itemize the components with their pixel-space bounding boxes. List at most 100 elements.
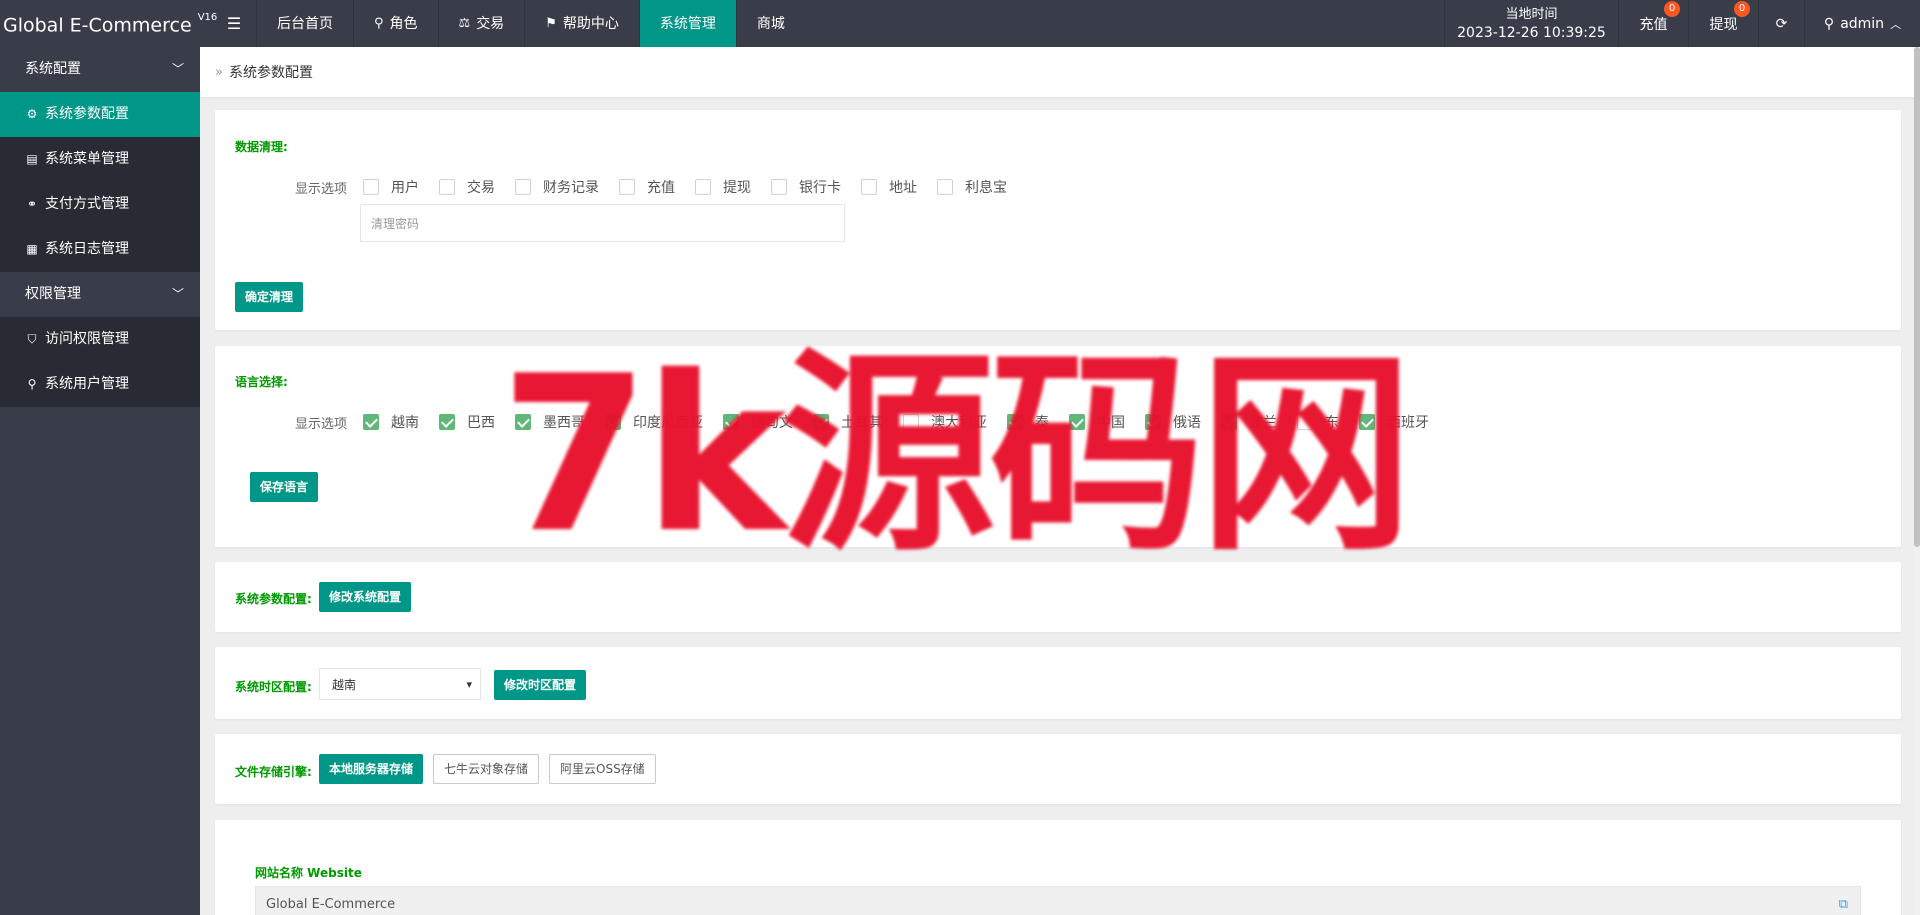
user-icon: ⚲: [27, 377, 37, 391]
chevron-down-icon: ﹀: [171, 287, 184, 301]
save-language-button[interactable]: 保存语言: [250, 472, 319, 502]
timezone-label: 系统时区配置:: [235, 680, 312, 694]
checkbox[interactable]: [439, 414, 456, 430]
checkbox[interactable]: [813, 414, 830, 430]
user-icon: ⚲: [1823, 15, 1835, 32]
language-option[interactable]: 越南: [363, 412, 419, 432]
checkbox[interactable]: [605, 414, 622, 430]
sidebar-item-menu-manage[interactable]: ▤ 系统菜单管理: [0, 137, 200, 182]
user-icon: ⚲: [374, 15, 384, 31]
option-finance[interactable]: 财务记录: [515, 177, 599, 197]
clipboard-icon: ▦: [26, 242, 38, 256]
checkbox[interactable]: [1359, 414, 1376, 430]
sidebar-item-label: 系统用户管理: [45, 376, 129, 392]
language-option[interactable]: 巴西: [439, 412, 495, 432]
sidebar-item-user-manage[interactable]: ⚲ 系统用户管理: [0, 362, 200, 407]
language-option[interactable]: 缅甸文: [723, 412, 793, 432]
option-bankcard[interactable]: 银行卡: [771, 177, 841, 197]
confirm-clean-button[interactable]: 确定清理: [235, 282, 304, 312]
storage-aliyun-button[interactable]: 阿里云OSS存储: [549, 754, 656, 784]
option-label: 提现: [723, 180, 752, 196]
option-label: 缅甸文: [751, 415, 794, 431]
language-title: 语言选择:: [235, 375, 288, 389]
options-label: 显示选项: [295, 181, 348, 197]
checkbox[interactable]: [1145, 414, 1162, 430]
option-label: 澳大利亚: [931, 415, 988, 431]
checkbox[interactable]: [771, 179, 788, 195]
topnav-system[interactable]: 系统管理: [638, 0, 736, 47]
checkbox[interactable]: [439, 179, 456, 195]
option-recharge[interactable]: 充值: [619, 177, 675, 197]
checkbox[interactable]: [515, 414, 532, 430]
sys-param-card: 系统参数配置: 修改系统配置: [215, 562, 1901, 632]
storage-local-button[interactable]: 本地服务器存储: [319, 754, 424, 784]
checkbox[interactable]: [363, 414, 380, 430]
language-option[interactable]: 西班牙: [1359, 412, 1429, 432]
copy-icon[interactable]: ⧉: [1839, 897, 1848, 912]
sidebar-item-log-manage[interactable]: ▦ 系统日志管理: [0, 227, 200, 272]
checkbox[interactable]: [937, 179, 954, 195]
option-label: 巴西: [467, 415, 496, 431]
data-clean-title: 数据清理:: [235, 140, 288, 154]
language-option[interactable]: 泰: [1007, 412, 1049, 432]
topnav-home[interactable]: 后台首页: [256, 0, 353, 47]
checkbox[interactable]: [1007, 414, 1024, 430]
sidebar-group-system-config[interactable]: 系统配置 ﹀: [0, 47, 200, 92]
option-address[interactable]: 地址: [861, 177, 917, 197]
double-chevron-icon: »: [215, 64, 223, 80]
storage-qiniu-button[interactable]: 七牛云对象存储: [433, 754, 540, 784]
checkbox[interactable]: [1221, 414, 1238, 430]
topnav-help[interactable]: ⚑ 帮助中心: [524, 0, 639, 47]
sidebar-item-access-manage[interactable]: ⛉ 访问权限管理: [0, 317, 200, 362]
recharge-button[interactable]: 充值 0: [1618, 0, 1688, 47]
sidebar-group-permission[interactable]: 权限管理 ﹀: [0, 272, 200, 317]
language-option[interactable]: 印度尼西亚: [605, 412, 703, 432]
topnav-mall[interactable]: 商城: [735, 0, 805, 47]
user-menu[interactable]: ⚲ admin ︿: [1804, 0, 1920, 47]
language-option[interactable]: 中国: [1069, 412, 1125, 432]
option-withdraw[interactable]: 提现: [695, 177, 751, 197]
app-logo[interactable]: Global E-Commerce V16: [0, 0, 217, 47]
language-options: 显示选项 越南 巴西 墨西哥 印度尼西亚 缅甸文 土耳其 澳大利亚 泰 中国 俄语 波兰 东 西班牙: [295, 412, 1449, 432]
breadcrumb: » 系统参数配置: [200, 47, 1920, 97]
option-label: 波兰: [1249, 415, 1278, 431]
edit-timezone-button[interactable]: 修改时区配置: [494, 670, 587, 700]
checkbox[interactable]: [363, 179, 380, 195]
checkbox[interactable]: [723, 414, 740, 430]
checkbox[interactable]: [861, 179, 878, 195]
language-option[interactable]: 东: [1297, 412, 1339, 432]
checkbox[interactable]: [1069, 414, 1086, 430]
sidebar-item-payment-manage[interactable]: ⚭ 支付方式管理: [0, 182, 200, 227]
option-label: 用户: [391, 180, 420, 196]
menu-toggle-icon[interactable]: ☰: [212, 0, 256, 47]
checkbox[interactable]: [695, 179, 712, 195]
timezone-card: 系统时区配置: 越南 ▾ 修改时区配置: [215, 647, 1901, 719]
option-trade[interactable]: 交易: [439, 177, 495, 197]
option-user[interactable]: 用户: [363, 177, 419, 197]
timezone-select[interactable]: 越南 ▾: [319, 668, 481, 700]
language-option[interactable]: 墨西哥: [515, 412, 585, 432]
checkbox[interactable]: [1297, 414, 1314, 430]
withdraw-button[interactable]: 提现 0: [1688, 0, 1758, 47]
sidebar-item-system-params[interactable]: ⚙ 系统参数配置: [0, 92, 200, 137]
checkbox[interactable]: [619, 179, 636, 195]
scrollbar-thumb[interactable]: [1914, 47, 1920, 547]
clean-password-input[interactable]: 清理密码: [360, 204, 845, 242]
language-option[interactable]: 土耳其: [813, 412, 883, 432]
option-label: 越南: [391, 415, 420, 431]
checkbox[interactable]: [903, 414, 920, 430]
language-option[interactable]: 澳大利亚: [903, 412, 987, 432]
language-option[interactable]: 俄语: [1145, 412, 1201, 432]
chevron-down-icon: ▾: [466, 678, 472, 691]
website-name-input[interactable]: Global E-Commerce ⧉: [255, 886, 1861, 915]
checkbox[interactable]: [515, 179, 532, 195]
page-scrollbar[interactable]: [1914, 47, 1920, 915]
language-option[interactable]: 波兰: [1221, 412, 1277, 432]
refresh-icon[interactable]: ⟳: [1758, 0, 1804, 47]
topnav-role[interactable]: ⚲ 角色: [353, 0, 438, 47]
option-label: 土耳其: [841, 415, 884, 431]
option-interest[interactable]: 利息宝: [937, 177, 1007, 197]
topnav-trade[interactable]: ⚖ 交易: [437, 0, 525, 47]
sidebar: 系统配置 ﹀ ⚙ 系统参数配置 ▤ 系统菜单管理 ⚭ 支付方式管理 ▦ 系统日志管理 权…: [0, 47, 200, 915]
edit-sys-config-button[interactable]: 修改系统配置: [319, 582, 412, 612]
